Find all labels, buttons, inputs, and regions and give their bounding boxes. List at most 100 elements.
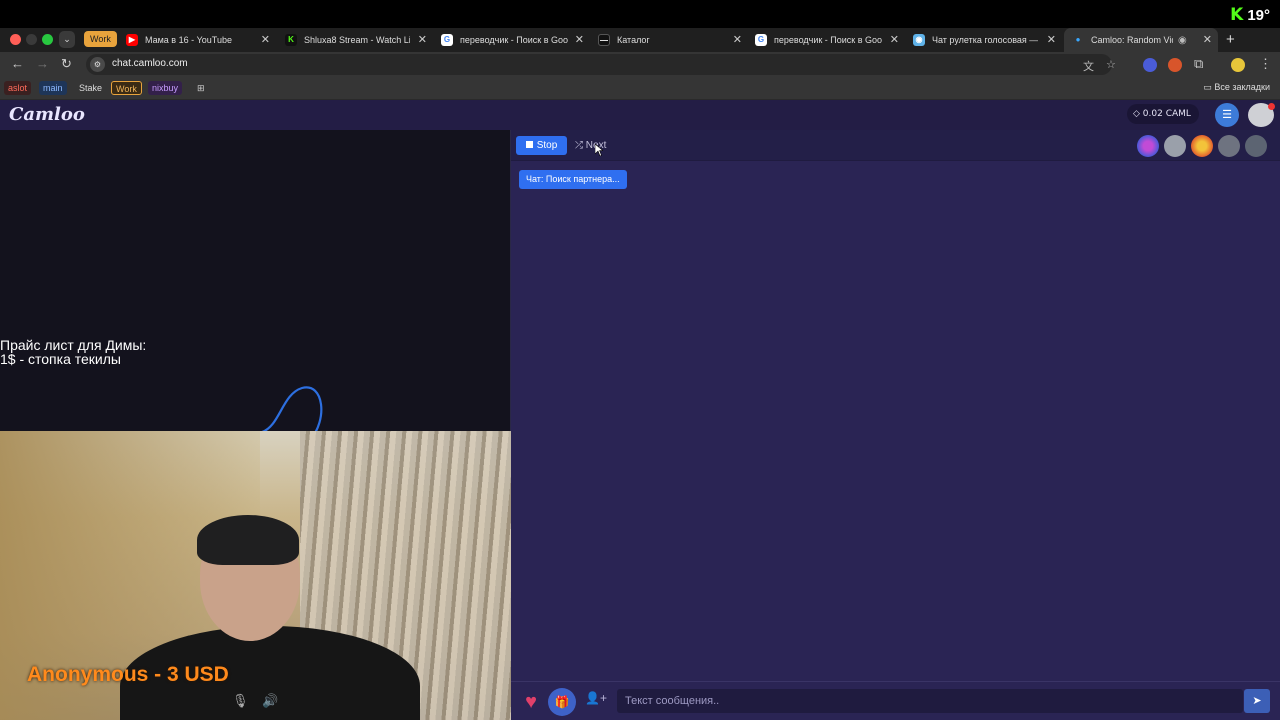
chat-panel: Stop ⤮ Next Чат: Поиск партнера... ♥ 🎁 👤… [511, 130, 1280, 720]
maximize-window-button[interactable] [42, 34, 53, 45]
system-top-bar: K 19° [0, 0, 1280, 28]
chat-bubble-icon: ☰ [1222, 109, 1232, 121]
person-cap [197, 515, 299, 565]
browser-tab-strip: ⌄ Work ▶ Мама в 16 - YouTube ✕ K Shluxa8… [0, 28, 1280, 52]
site-info-icon[interactable]: ⚙ [90, 57, 105, 72]
close-tab-icon[interactable]: ✕ [418, 33, 427, 46]
close-tab-icon[interactable]: ✕ [1047, 33, 1056, 46]
tab-google-translate-search-2[interactable]: G переводчик - Поиск в Google ✕ [755, 28, 899, 52]
partner-video [0, 130, 511, 468]
price-list-title: Прайс лист для Димы: [0, 337, 147, 353]
url-text[interactable]: chat.camloo.com [112, 58, 188, 69]
self-video: Anonymous - 3 USD 🎙 🔊 [0, 431, 511, 720]
chat-toolbar: Stop ⤮ Next [511, 130, 1280, 161]
microphone-icon[interactable]: 🎙 [232, 693, 249, 709]
youtube-icon: ▶ [126, 34, 138, 46]
tab-google-translate-search[interactable]: G переводчик - Поиск в Google ✕ [441, 28, 584, 52]
speaker-icon[interactable]: 🔊 [262, 693, 278, 709]
camloo-header: Camloo ◇ 0.02 CAML ☰ [0, 100, 1280, 130]
tab-title: Мама в 16 - YouTube [145, 35, 232, 45]
minimize-window-button[interactable] [26, 34, 37, 45]
bookmark-nixbuy[interactable]: nixbuy [148, 81, 183, 95]
diamond-icon: ◇ [1133, 109, 1140, 119]
coin-balance[interactable]: ◇ 0.02 CAML [1127, 104, 1199, 124]
google-icon: G [755, 34, 767, 46]
apps-grid-icon[interactable]: ⊞ [193, 81, 209, 95]
bookmark-stake[interactable]: Stake [75, 81, 106, 95]
translate-icon[interactable]: 文 [1083, 58, 1094, 74]
bookmarks-bar: aslot main Stake Work nixbuy ⊞ ▭ Все зак… [0, 78, 1280, 100]
add-friend-icon[interactable]: 👤+ [585, 691, 607, 705]
back-icon[interactable]: ← [11, 56, 24, 71]
heart-icon[interactable]: ♥ [518, 690, 544, 716]
camloo-icon: ● [1075, 35, 1081, 44]
tab-title: Camloo: Random Video Chat [1091, 35, 1173, 45]
tab-group-work[interactable]: Work [84, 31, 117, 47]
close-window-button[interactable] [10, 34, 21, 45]
tab-voice-chat-roulette[interactable]: ◉ Чат рулетка голосовая — ... ✕ [913, 28, 1056, 52]
profile-avatar-icon[interactable] [1231, 58, 1245, 72]
messages-button[interactable]: ☰ [1215, 103, 1239, 127]
bookmark-work[interactable]: Work [111, 81, 142, 95]
google-icon: G [441, 34, 453, 46]
bookmark-star-icon[interactable]: ☆ [1106, 58, 1116, 71]
shuffle-icon: ⤮ [575, 140, 583, 151]
close-tab-icon[interactable]: ✕ [261, 33, 270, 46]
extension-icon[interactable] [1168, 58, 1182, 72]
mouse-cursor-icon [595, 144, 603, 156]
online-user-avatar[interactable] [1218, 135, 1240, 157]
gift-button[interactable]: 🎁 [548, 688, 576, 716]
chat-roulette-icon: ◉ [913, 34, 925, 46]
weather-temperature: 19° [1247, 6, 1270, 24]
folder-icon: ▭ [1203, 82, 1212, 92]
tab-catalog[interactable]: — Каталог ✕ [598, 28, 742, 52]
bookmark-aslot[interactable]: aslot [4, 81, 32, 95]
extensions-puzzle-icon[interactable]: ⧉ [1194, 56, 1203, 72]
tab-search-button[interactable]: ⌄ [59, 31, 75, 48]
catalog-icon: — [598, 34, 610, 46]
stop-label: Stop [536, 140, 558, 151]
send-arrow-icon: ➤ [1252, 695, 1262, 707]
bookmark-main[interactable]: main [39, 81, 67, 95]
donation-overlay: Anonymous - 3 USD [27, 663, 229, 686]
kick-icon: K [285, 34, 297, 46]
stop-square-icon [525, 141, 533, 148]
extension-icon[interactable] [1143, 58, 1157, 72]
send-button[interactable]: ➤ [1244, 689, 1270, 713]
kick-weather-widget: K 19° [1230, 5, 1270, 25]
browser-menu-icon[interactable]: ⋮ [1259, 56, 1272, 72]
balance-value: 0.02 CAML [1142, 109, 1191, 119]
tab-title: Чат рулетка голосовая — ... [932, 35, 1038, 45]
kick-icon: K [1230, 5, 1244, 25]
close-tab-icon[interactable]: ✕ [1203, 33, 1212, 46]
online-user-avatar[interactable] [1137, 135, 1159, 157]
address-bar[interactable]: ⚙ chat.camloo.com 文 ☆ [86, 54, 1116, 75]
stop-button[interactable]: Stop [516, 136, 567, 155]
tab-title: переводчик - Поиск в Google [774, 35, 882, 45]
tab-title: Shluxa8 Stream - Watch Live on Kick [304, 35, 410, 45]
chat-status-message: Чат: Поиск партнера... [519, 170, 627, 189]
reload-icon[interactable]: ↻ [61, 56, 72, 72]
online-user-avatar[interactable] [1191, 135, 1213, 157]
message-input[interactable] [617, 689, 1243, 713]
all-bookmarks-button[interactable]: ▭ Все закладки [1203, 82, 1270, 93]
recording-icon: ◉ [1178, 34, 1187, 46]
price-list-item: 1$ - стопка текилы [0, 351, 121, 367]
close-tab-icon[interactable]: ✕ [733, 33, 742, 46]
close-tab-icon[interactable]: ✕ [890, 33, 899, 46]
message-composer: ♥ 🎁 👤+ ➤ [511, 681, 1280, 720]
close-tab-icon[interactable]: ✕ [575, 33, 584, 46]
gift-icon: 🎁 [554, 695, 570, 709]
tab-title: переводчик - Поиск в Google [460, 35, 568, 45]
browser-toolbar: ← → ↻ ⚙ chat.camloo.com 文 ☆ ⧉ ⋮ [0, 52, 1280, 78]
online-user-avatar[interactable] [1245, 135, 1267, 157]
online-user-avatar[interactable] [1164, 135, 1186, 157]
tab-youtube[interactable]: ▶ Мама в 16 - YouTube ✕ [126, 28, 270, 52]
tab-kick-stream[interactable]: K Shluxa8 Stream - Watch Live on Kick ✕ [285, 28, 427, 52]
all-bookmarks-label: Все закладки [1214, 82, 1270, 92]
new-tab-button[interactable]: + [1226, 31, 1235, 48]
forward-icon[interactable]: → [36, 56, 49, 71]
user-avatar-button[interactable] [1248, 103, 1275, 127]
tab-camloo-active[interactable]: ● Camloo: Random Video Chat ◉ ✕ [1064, 28, 1218, 52]
camloo-logo[interactable]: Camloo [9, 104, 85, 125]
